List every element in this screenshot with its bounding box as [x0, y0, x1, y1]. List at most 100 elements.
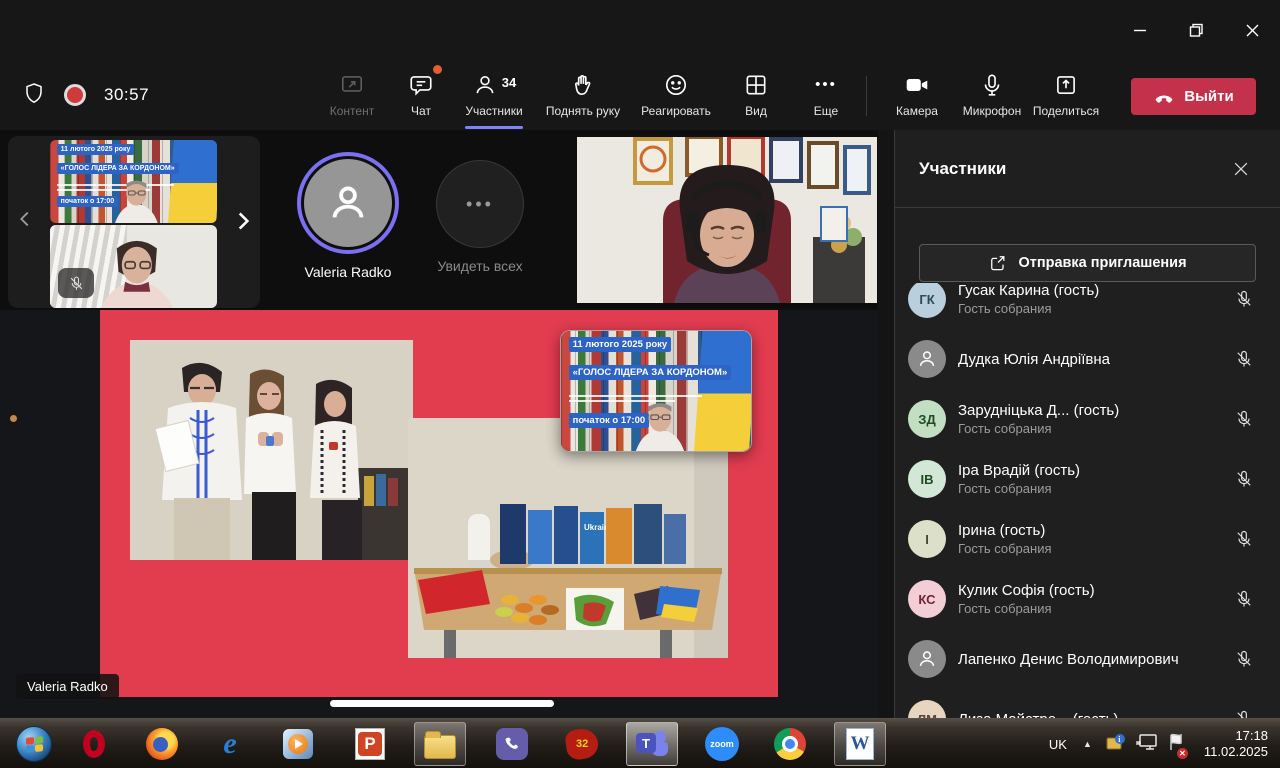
- avatar: КС: [908, 580, 946, 618]
- muted-mic-icon[interactable]: [1232, 289, 1256, 309]
- muted-mic-overlay: [58, 268, 94, 298]
- phone-icon: [503, 735, 521, 753]
- toolbar-share-button[interactable]: Поделиться: [1011, 68, 1121, 118]
- language-indicator[interactable]: UK: [1049, 737, 1067, 752]
- participants-header: Участники: [895, 130, 1280, 208]
- system-tray: UK ▲ i ✕ 17:18 11.02.2025: [1049, 719, 1280, 768]
- woman-office-scene: [577, 137, 877, 308]
- taskbar-media-player-icon[interactable]: [272, 722, 324, 766]
- taskbar-zoom-icon[interactable]: zoom: [696, 722, 748, 766]
- avatar: І: [908, 520, 946, 558]
- leave-button[interactable]: Выйти: [1131, 78, 1256, 115]
- tray-clock[interactable]: 17:18 11.02.2025: [1204, 728, 1268, 760]
- photo-girls-vyshyvanky: [130, 340, 413, 560]
- participant-row[interactable]: ЛМ Лиза Майстре... (гость): [895, 689, 1280, 718]
- recording-indicator-icon: [64, 84, 86, 106]
- carousel-prev-icon[interactable]: [14, 208, 36, 236]
- main-stage-video[interactable]: Ukraine: [0, 310, 878, 718]
- muted-mic-icon[interactable]: [1232, 409, 1256, 429]
- panel-title: Участники: [919, 159, 1226, 179]
- participant-row[interactable]: ЗД Зарудніцька Д... (гость)Гость собрани…: [895, 389, 1280, 449]
- video-thumbnail-muted-woman[interactable]: [50, 225, 217, 308]
- start-button[interactable]: [8, 722, 60, 766]
- taskbar-powerpoint-icon[interactable]: P: [344, 722, 396, 766]
- participant-row[interactable]: КС Кулик Софія (гость)Гость собрания: [895, 569, 1280, 629]
- share-invite-icon: [988, 253, 1008, 273]
- muted-mic-icon[interactable]: [1232, 649, 1256, 669]
- video-thumbnail-presenter[interactable]: 11 лютого 2025 року «ГОЛОС ЛІДЕРА ЗА КОР…: [50, 140, 217, 223]
- taskbar-word-icon[interactable]: W: [834, 722, 886, 766]
- muted-mic-icon[interactable]: [1232, 529, 1256, 549]
- participants-panel: Участники Отправка приглашения ГК Гусак …: [894, 130, 1280, 718]
- avatar: ІВ: [908, 460, 946, 498]
- avatar: ЗД: [908, 400, 946, 438]
- participant-row[interactable]: ГК Гусак Карина (гость)Гость собрания: [895, 283, 1280, 329]
- tray-expand-icon[interactable]: ▲: [1083, 739, 1092, 749]
- meeting-timer: 30:57: [104, 85, 149, 105]
- promo-slide-scene: 11 лютого 2025 року «ГОЛОС ЛІДЕРА ЗА КОР…: [561, 331, 751, 451]
- muted-mic-icon[interactable]: [1232, 709, 1256, 718]
- presenter-figure: [622, 353, 698, 451]
- scroll-indicator-dot: [10, 415, 17, 422]
- tray-time: 17:18: [1204, 728, 1268, 744]
- security-shield-icon: [22, 81, 46, 110]
- see-all-label: Увидеть всех: [400, 258, 560, 274]
- active-tab-underline: [465, 126, 523, 129]
- ukraine-flag: [694, 331, 752, 451]
- teams-meeting-window: 30:57 Контент Чат 34 Участники Поднять р…: [0, 0, 1280, 768]
- presenter-figure: [103, 155, 170, 223]
- close-button[interactable]: [1224, 12, 1280, 48]
- minimize-button[interactable]: [1112, 12, 1168, 48]
- tray-date: 11.02.2025: [1204, 744, 1268, 760]
- restore-button[interactable]: [1168, 12, 1224, 48]
- avatar: [908, 640, 946, 678]
- person-icon: [916, 648, 938, 670]
- panel-close-icon[interactable]: [1226, 154, 1256, 184]
- muted-mic-icon[interactable]: [1232, 349, 1256, 369]
- woman-video-scene: [50, 225, 217, 308]
- taskbar-opera-icon[interactable]: [68, 722, 120, 766]
- muted-mic-icon[interactable]: [1232, 589, 1256, 609]
- avatar: ГК: [908, 283, 946, 318]
- meeting-toolbar: 30:57 Контент Чат 34 Участники Поднять р…: [0, 60, 1280, 130]
- muted-mic-icon[interactable]: [1232, 469, 1256, 489]
- participants-count: 34: [502, 75, 516, 90]
- taskbar-irfanview-icon[interactable]: 32: [556, 722, 608, 766]
- tray-network-icon[interactable]: [1136, 733, 1158, 756]
- photo-ukraine-books-table: Ukraine: [408, 418, 728, 658]
- participant-row[interactable]: ІВ Іра Врадій (гость)Гость собрания: [895, 449, 1280, 509]
- video-tile-woman-office[interactable]: [577, 137, 877, 308]
- person-icon: [916, 348, 938, 370]
- pip-presenter-video[interactable]: 11 лютого 2025 року «ГОЛОС ЛІДЕРА ЗА КОР…: [560, 330, 752, 452]
- windows-taskbar: e P 32 T zoom W UK ▲ i ✕ 17:18 11.02.202…: [0, 718, 1280, 768]
- tray-info-icon[interactable]: i: [1106, 733, 1126, 756]
- stage-scrollbar[interactable]: [330, 700, 554, 707]
- promo-date: 11 лютого 2025 року: [569, 337, 672, 352]
- share-icon: [1011, 68, 1121, 98]
- taskbar-viber-icon[interactable]: [486, 722, 538, 766]
- send-invite-button[interactable]: Отправка приглашения: [919, 244, 1256, 282]
- ukraine-flag: [168, 140, 217, 223]
- participants-list: ГК Гусак Карина (гость)Гость собрания Ду…: [895, 283, 1280, 718]
- see-all-dots-icon: •••: [436, 160, 524, 248]
- taskbar-firefox-icon[interactable]: [136, 722, 188, 766]
- thumbnail-carousel: 11 лютого 2025 року «ГОЛОС ЛІДЕРА ЗА КОР…: [8, 136, 260, 308]
- carousel-next-icon[interactable]: [230, 208, 256, 240]
- hangup-icon: [1153, 86, 1175, 108]
- taskbar-chrome-icon[interactable]: [764, 722, 816, 766]
- taskbar-explorer-icon[interactable]: [414, 722, 466, 766]
- person-icon: [325, 180, 371, 226]
- speaker-avatar-ring: [297, 152, 399, 254]
- avatar: ЛМ: [908, 700, 946, 718]
- see-all-tile[interactable]: ••• Увидеть всех: [400, 140, 560, 300]
- participant-row[interactable]: І Ірина (гость)Гость собрания: [895, 509, 1280, 569]
- window-controls: [1112, 12, 1280, 48]
- participant-row[interactable]: Дудка Юлія Андріївна: [895, 329, 1280, 389]
- taskbar-teams-icon[interactable]: T: [626, 722, 678, 766]
- taskbar-internet-explorer-icon[interactable]: e: [204, 722, 256, 766]
- avatar: [304, 159, 392, 247]
- tray-action-center-icon[interactable]: ✕: [1168, 733, 1184, 756]
- titlebar: [0, 0, 1280, 60]
- stage-speaker-label: Valeria Radko: [16, 674, 119, 699]
- participant-row[interactable]: Лапенко Денис Володимирович: [895, 629, 1280, 689]
